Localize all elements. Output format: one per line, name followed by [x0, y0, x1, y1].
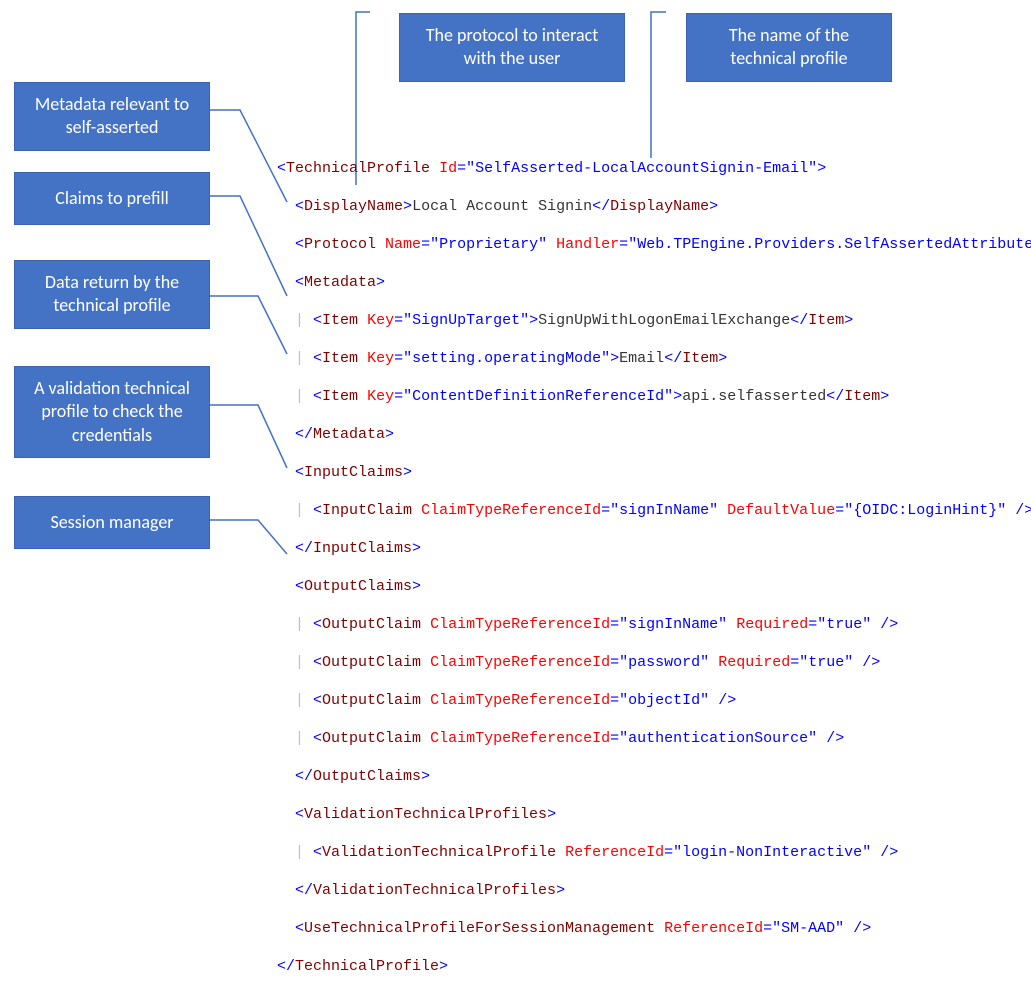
outputclaim-ref: password — [628, 654, 700, 671]
xml-line: </OutputClaims> — [277, 767, 1031, 786]
xml-line: <DisplayName>Local Account Signin</Displ… — [277, 197, 1031, 216]
required: true — [826, 616, 862, 633]
xml-line: | <Item Key="ContentDefinitionReferenceI… — [277, 387, 1031, 406]
item-val: Email — [619, 350, 664, 367]
xml-line: <InputClaims> — [277, 463, 1031, 482]
item-key: setting.operatingMode — [412, 350, 601, 367]
inputclaim-default: {OIDC:LoginHint} — [853, 502, 997, 519]
protocol-handler: Web.TPEngine.Providers.SelfAssertedAttri… — [637, 236, 1031, 253]
xml-line: | <OutputClaim ClaimTypeReferenceId="sig… — [277, 615, 1031, 634]
validation-ref: login-NonInteractive — [682, 844, 862, 861]
xml-code-block: <TechnicalProfile Id="SelfAsserted-Local… — [277, 140, 1031, 995]
xml-line: | <ValidationTechnicalProfile ReferenceI… — [277, 843, 1031, 862]
xml-line: | <OutputClaim ClaimTypeReferenceId="obj… — [277, 691, 1031, 710]
xml-line: | <Item Key="setting.operatingMode">Emai… — [277, 349, 1031, 368]
item-key: SignUpTarget — [412, 312, 520, 329]
inputclaim-ref: signInName — [619, 502, 709, 519]
item-val: api.selfasserted — [682, 388, 826, 405]
tp-id: SelfAsserted-LocalAccountSignin-Email — [475, 160, 808, 177]
item-val: SignUpWithLogonEmailExchange — [538, 312, 790, 329]
protocol-name: Proprietary — [439, 236, 538, 253]
xml-line: </TechnicalProfile> — [277, 957, 1031, 976]
xml-line: <Metadata> — [277, 273, 1031, 292]
xml-line: <ValidationTechnicalProfiles> — [277, 805, 1031, 824]
xml-line: <TechnicalProfile Id="SelfAsserted-Local… — [277, 159, 1031, 178]
xml-line: | <OutputClaim ClaimTypeReferenceId="aut… — [277, 729, 1031, 748]
item-key: ContentDefinitionReferenceId — [412, 388, 664, 405]
outputclaim-ref: authenticationSource — [628, 730, 808, 747]
xml-line: </InputClaims> — [277, 539, 1031, 558]
display-name: Local Account Signin — [412, 198, 592, 215]
xml-line: <OutputClaims> — [277, 577, 1031, 596]
required: true — [808, 654, 844, 671]
xml-line: </Metadata> — [277, 425, 1031, 444]
xml-line: | <OutputClaim ClaimTypeReferenceId="pas… — [277, 653, 1031, 672]
session-ref: SM-AAD — [781, 920, 835, 937]
xml-line: | <Item Key="SignUpTarget">SignUpWithLog… — [277, 311, 1031, 330]
outputclaim-ref: objectId — [628, 692, 700, 709]
xml-line: <UseTechnicalProfileForSessionManagement… — [277, 919, 1031, 938]
xml-line: </ValidationTechnicalProfiles> — [277, 881, 1031, 900]
xml-line: <Protocol Name="Proprietary" Handler="We… — [277, 235, 1031, 254]
outputclaim-ref: signInName — [628, 616, 718, 633]
xml-line: | <InputClaim ClaimTypeReferenceId="sign… — [277, 501, 1031, 520]
